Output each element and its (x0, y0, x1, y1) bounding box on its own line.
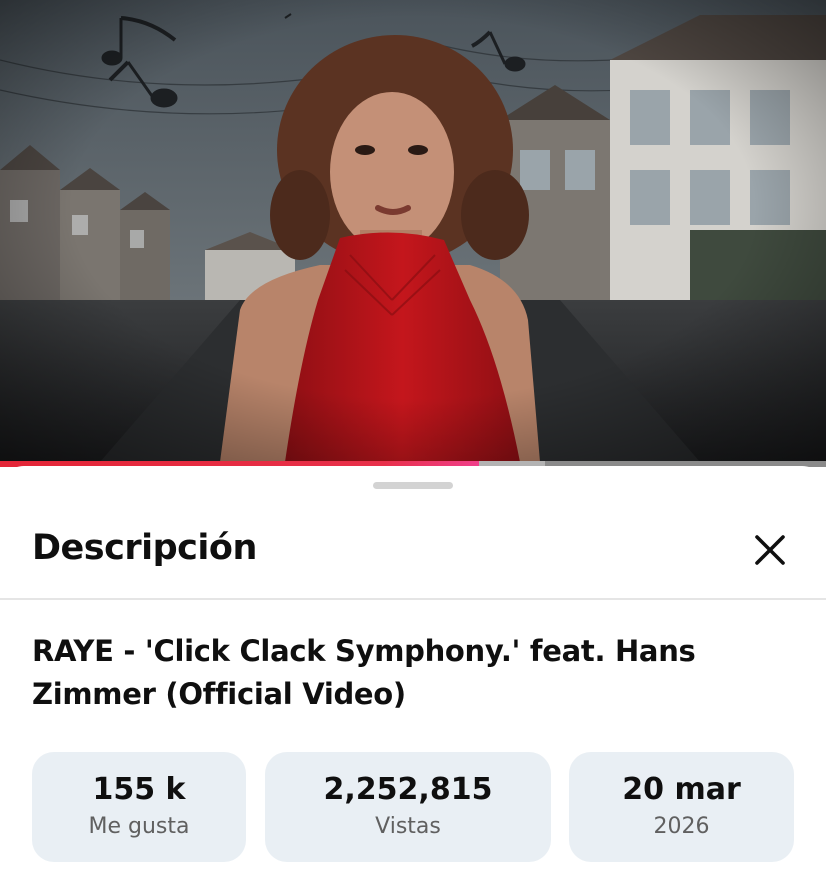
views-stat: 2,252,815 Vistas (265, 752, 551, 862)
screen: Descripción RAYE - 'Click Clack Symphony… (0, 0, 826, 878)
video-frame (0, 0, 826, 462)
views-label: Vistas (375, 814, 441, 839)
description-sheet: Descripción RAYE - 'Click Clack Symphony… (0, 466, 826, 878)
likes-label: Me gusta (88, 814, 190, 839)
drag-handle[interactable] (373, 482, 453, 489)
likes-count: 155 k (92, 772, 186, 807)
video-player[interactable] (0, 0, 826, 462)
sheet-title: Descripción (32, 528, 257, 568)
publish-date: 20 mar (622, 772, 741, 807)
date-stat: 20 mar 2026 (569, 752, 794, 862)
close-button[interactable] (746, 526, 794, 574)
views-count: 2,252,815 (323, 772, 493, 807)
publish-year: 2026 (653, 814, 710, 839)
divider (0, 598, 826, 600)
video-title: RAYE - 'Click Clack Symphony.' feat. Han… (32, 634, 696, 711)
close-icon (755, 535, 785, 565)
likes-stat: 155 k Me gusta (32, 752, 246, 862)
